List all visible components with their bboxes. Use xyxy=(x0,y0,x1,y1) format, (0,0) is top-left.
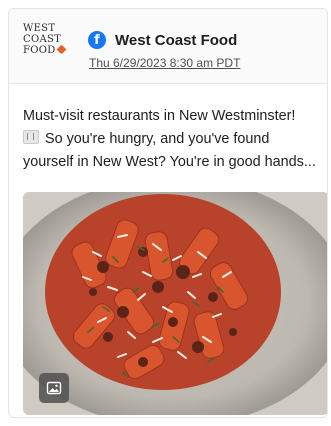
social-post-card[interactable]: WEST COAST FOOD f West Coast Food Thu 6/… xyxy=(8,8,328,418)
post-caption: Must-visit restaurants in New Westminste… xyxy=(23,105,327,174)
maple-leaf-icon xyxy=(56,44,67,55)
image-icon[interactable] xyxy=(39,373,69,403)
fork-and-knife-icon xyxy=(23,130,39,144)
facebook-icon: f xyxy=(88,31,106,49)
caption-line: yourself in New West? You're in good han… xyxy=(23,154,316,170)
caption-line: Must-visit restaurants in New Westminste… xyxy=(23,108,296,124)
page-name[interactable]: West Coast Food xyxy=(115,32,237,49)
logo-line-2: COAST xyxy=(23,34,62,45)
west-coast-food-logo: WEST COAST FOOD xyxy=(23,23,67,69)
caption-line: So you're hungry, and you've found xyxy=(45,131,270,147)
logo-line-3: FOOD xyxy=(23,45,56,56)
post-timestamp[interactable]: Thu 6/29/2023 8:30 am PDT xyxy=(89,56,240,70)
logo-line-1: WEST xyxy=(23,23,56,34)
post-header: WEST COAST FOOD f West Coast Food Thu 6/… xyxy=(9,9,327,84)
